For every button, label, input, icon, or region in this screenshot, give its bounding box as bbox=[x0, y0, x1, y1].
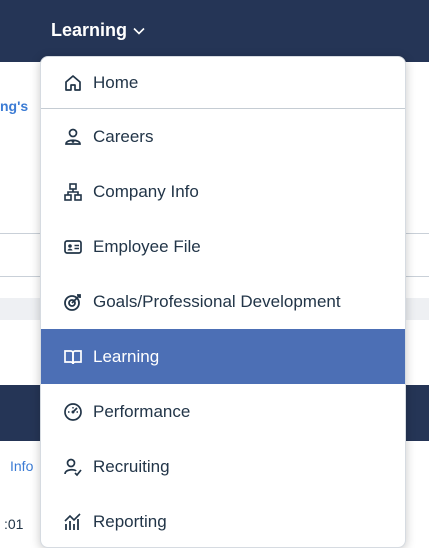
book-icon bbox=[63, 347, 83, 367]
menu-item-careers[interactable]: Careers bbox=[41, 109, 405, 164]
menu-item-recruiting[interactable]: Recruiting bbox=[41, 439, 405, 494]
module-title: Learning bbox=[51, 20, 128, 40]
target-icon bbox=[63, 292, 83, 312]
chart-icon bbox=[63, 512, 83, 532]
menu-item-performance[interactable]: Performance bbox=[41, 384, 405, 439]
navigation-menu: Home Careers Company Info Employee File … bbox=[40, 56, 406, 548]
menu-item-label: Home bbox=[93, 72, 139, 92]
menu-item-label: Performance bbox=[93, 401, 191, 421]
menu-item-employee-file[interactable]: Employee File bbox=[41, 219, 405, 274]
menu-item-label: Goals/Professional Development bbox=[93, 291, 341, 311]
menu-item-label: Company Info bbox=[93, 181, 199, 201]
menu-item-home[interactable]: Home bbox=[41, 57, 405, 109]
org-chart-icon bbox=[63, 182, 83, 202]
chevron-down-icon bbox=[133, 27, 145, 35]
careers-icon bbox=[63, 127, 83, 147]
menu-item-label: Recruiting bbox=[93, 456, 170, 476]
menu-item-label: Learning bbox=[93, 346, 160, 366]
background-time: :01 bbox=[4, 516, 24, 532]
menu-item-label: Employee File bbox=[93, 236, 201, 256]
background-info-link[interactable]: Info bbox=[10, 458, 33, 474]
module-switcher[interactable]: Learning bbox=[51, 20, 145, 41]
menu-item-label: Reporting bbox=[93, 511, 167, 531]
background-link[interactable]: ng's bbox=[0, 98, 40, 114]
menu-item-goals[interactable]: Goals/Professional Development bbox=[41, 274, 405, 329]
id-card-icon bbox=[63, 237, 83, 257]
menu-item-learning[interactable]: Learning bbox=[41, 329, 405, 384]
shell-bar: Learning bbox=[0, 0, 429, 62]
menu-item-reporting[interactable]: Reporting bbox=[41, 494, 405, 547]
menu-item-company-info[interactable]: Company Info bbox=[41, 164, 405, 219]
home-icon bbox=[63, 73, 83, 93]
gauge-icon bbox=[63, 402, 83, 422]
recruiting-icon bbox=[63, 457, 83, 477]
menu-item-label: Careers bbox=[93, 126, 154, 146]
